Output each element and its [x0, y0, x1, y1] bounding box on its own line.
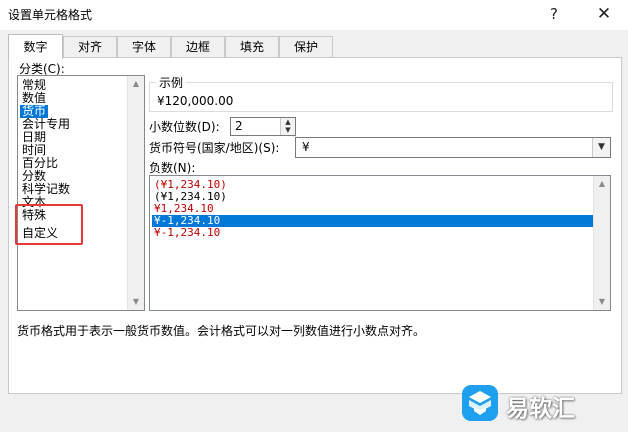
scroll-up-icon[interactable]: ▲ [128, 76, 144, 92]
negative-format-item[interactable]: (¥1,234.10) [152, 191, 594, 203]
decimal-places-stepper[interactable]: 2 ▲ ▼ [230, 117, 296, 136]
negative-scrollbar[interactable]: ▲ ▼ [593, 176, 610, 310]
help-button[interactable]: ? [540, 2, 568, 26]
scroll-down-icon[interactable]: ▼ [594, 294, 610, 310]
increment-icon[interactable]: ▲ [281, 118, 295, 126]
watermark: 易软汇 [462, 382, 622, 428]
currency-symbol-select[interactable]: ¥ ▼ [295, 137, 611, 158]
watermark-text: 易软汇 [506, 396, 575, 422]
currency-symbol-value[interactable]: ¥ [302, 140, 310, 154]
sample-title: 示例 [156, 74, 187, 91]
negative-format-item[interactable]: ¥-1,234.10 [152, 227, 594, 239]
title-bar: 设置单元格格式 ? ✕ [0, 0, 628, 30]
decimal-places-label: 小数位数(D): [149, 120, 220, 134]
format-description: 货币格式用于表示一般货币数值。会计格式可以对一列数值进行小数点对齐。 [17, 324, 426, 338]
currency-symbol-label: 货币符号(国家/地区)(S): [149, 141, 280, 155]
decimal-places-value[interactable]: 2 [235, 119, 243, 133]
stepper-buttons[interactable]: ▲ ▼ [280, 118, 295, 135]
chevron-down-icon[interactable]: ▼ [592, 138, 610, 157]
dialog-title: 设置单元格格式 [8, 8, 93, 22]
watermark-logo-icon [462, 385, 498, 421]
scroll-up-icon[interactable]: ▲ [594, 176, 610, 192]
scroll-down-icon[interactable]: ▼ [128, 294, 144, 310]
close-button[interactable]: ✕ [590, 2, 618, 26]
tab-protection[interactable]: 保护 [279, 36, 333, 57]
negative-numbers-label: 负数(N): [149, 161, 196, 175]
tab-panel: 分类(C): 常规 数值 货币 会计专用 日期 时间 百分比 分数 科学记数 文… [8, 57, 622, 394]
category-scrollbar[interactable]: ▲ ▼ [127, 76, 144, 310]
decrement-icon[interactable]: ▼ [281, 126, 295, 134]
tab-border[interactable]: 边框 [171, 36, 225, 57]
tab-font[interactable]: 字体 [117, 36, 171, 57]
custom-highlight-box [15, 204, 83, 245]
negative-numbers-list[interactable]: (¥1,234.10) (¥1,234.10) ¥1,234.10 ¥-1,23… [149, 175, 611, 311]
tab-alignment[interactable]: 对齐 [63, 36, 117, 57]
category-list[interactable]: 常规 数值 货币 会计专用 日期 时间 百分比 分数 科学记数 文本 特殊 自定… [17, 75, 145, 311]
tab-fill[interactable]: 填充 [225, 36, 279, 57]
sample-value: ¥120,000.00 [157, 94, 234, 108]
tab-number[interactable]: 数字 [8, 34, 63, 59]
